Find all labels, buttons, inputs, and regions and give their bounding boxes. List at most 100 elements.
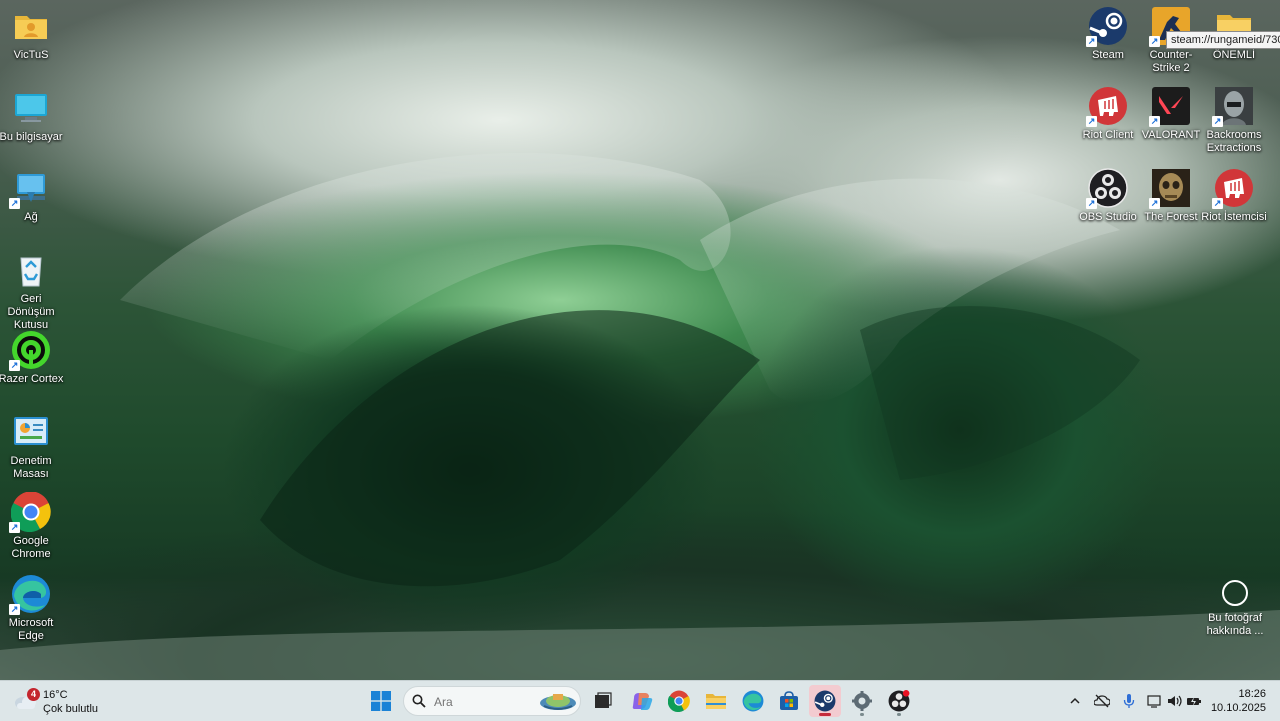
task-view-button[interactable] [587, 685, 619, 717]
desktop-icon-label: Backrooms Extractions [1206, 129, 1262, 154]
battery-icon[interactable] [1186, 693, 1202, 709]
shortcut-arrow-icon: ↗ [1149, 116, 1160, 127]
desktop-icon-microsoft-edge[interactable]: ↗ Microsoft Edge [0, 574, 64, 643]
chrome-icon [668, 690, 690, 712]
volume-icon[interactable] [1166, 693, 1182, 709]
shortcut-arrow-icon: ↗ [9, 360, 20, 371]
show-hidden-icons-chevron-icon[interactable] [1067, 693, 1083, 709]
desktop-icon-riot-istemcisi[interactable]: ↗ Riot İstemcisi [1201, 168, 1267, 224]
windows-start-icon [371, 691, 391, 711]
desktop-icon-control-panel[interactable]: Denetim Masası [0, 412, 64, 481]
copilot-button[interactable] [626, 685, 658, 717]
desktop-icon-victus[interactable]: VicTuS [0, 6, 64, 62]
start-button[interactable] [365, 685, 397, 717]
shortcut-arrow-icon: ↗ [1212, 116, 1223, 127]
camera-info-icon [1222, 580, 1248, 606]
the-forest-icon: ↗ [1149, 168, 1191, 209]
desktop-icon-label: Microsoft Edge [8, 617, 54, 642]
desktop-icon-label: Geri Dönüşüm Kutusu [7, 293, 55, 331]
desktop-icon-label: Riot Client [1082, 129, 1134, 141]
chrome-icon: ↗ [9, 491, 51, 533]
shortcut-arrow-icon: ↗ [1086, 198, 1097, 209]
search-icon [412, 694, 426, 708]
taskbar-store-button[interactable] [773, 685, 805, 717]
shortcut-arrow-icon: ↗ [1149, 198, 1160, 209]
edge-icon: ↗ [9, 574, 51, 615]
desktop-icon-riot-client[interactable]: ↗ Riot Client [1075, 86, 1141, 142]
shortcut-arrow-icon: ↗ [1212, 198, 1223, 209]
weather-widget[interactable]: 4 16°C Çok bulutlu [14, 687, 134, 715]
recycle-bin-icon [11, 250, 51, 290]
desktop-icon-label: Google Chrome [11, 535, 51, 560]
network-icon: ↗ [9, 168, 51, 209]
weather-description: Çok bulutlu [43, 703, 99, 715]
desktop-icon-label: OBS Studio [1079, 211, 1137, 223]
clock-time: 18:26 [1238, 688, 1266, 700]
desktop-icon-network[interactable]: ↗ Ağ [0, 168, 64, 224]
system-clock[interactable]: 18:26 10.10.2025 [1210, 687, 1266, 715]
shortcut-tooltip: steam://rungameid/730 [1166, 31, 1280, 49]
taskbar-chrome-button[interactable] [663, 685, 695, 717]
desktop-icon-razer-cortex[interactable]: ↗ Razer Cortex [0, 330, 64, 386]
riot-istemcisi-icon: ↗ [1212, 168, 1254, 209]
network-status-icon[interactable] [1146, 693, 1162, 709]
clock-date: 10.10.2025 [1210, 702, 1266, 714]
desktop-icon-google-chrome[interactable]: ↗ Google Chrome [0, 491, 64, 561]
desktop-icon-this-pc[interactable]: Bu bilgisayar [0, 88, 64, 144]
running-app-indicator [860, 713, 864, 716]
desktop-icon-label: Razer Cortex [0, 373, 64, 385]
valorant-icon: ↗ [1149, 86, 1191, 127]
taskbar-settings-button[interactable] [846, 685, 878, 717]
desktop-icon-backrooms-extractions[interactable]: ↗ Backrooms Extractions [1201, 86, 1267, 155]
onedrive-paused-icon[interactable] [1093, 693, 1111, 709]
about-this-photo-button[interactable]: Bu fotoğraf hakkında ... [1200, 580, 1270, 638]
user-folder-icon [11, 6, 51, 46]
desktop-icon-obs-studio[interactable]: ↗ OBS Studio [1075, 168, 1141, 224]
edge-icon [742, 690, 764, 712]
weather-temperature: 16°C [43, 689, 68, 701]
task-view-icon [595, 692, 612, 708]
desktop-icon-the-forest[interactable]: ↗ The Forest [1138, 168, 1204, 224]
shortcut-arrow-icon: ↗ [9, 604, 20, 615]
desktop-icon-label: Ağ [24, 211, 38, 223]
taskbar-obs-button[interactable] [883, 685, 915, 717]
steam-icon: ↗ [1086, 6, 1128, 47]
settings-icon [852, 691, 872, 711]
desktop-icon-valorant[interactable]: ↗ VALORANT [1138, 86, 1204, 142]
shortcut-arrow-icon: ↗ [1086, 36, 1097, 47]
backrooms-icon: ↗ [1212, 86, 1254, 127]
desktop-icon-label: The Forest [1144, 211, 1198, 223]
desktop-icon-label: ÖNEMLİ [1212, 49, 1256, 61]
shortcut-arrow-icon: ↗ [1086, 116, 1097, 127]
riot-client-icon: ↗ [1086, 86, 1128, 127]
desktop-icon-label: Counter-Strike 2 [1149, 49, 1193, 74]
obs-icon: ↗ [1086, 168, 1128, 209]
about-photo-line2: hakkında ... [1206, 625, 1264, 637]
active-app-indicator [819, 713, 831, 716]
about-photo-line1: Bu fotoğraf [1208, 612, 1262, 624]
desktop-icon-label: VicTuS [13, 49, 49, 61]
microphone-icon[interactable] [1121, 693, 1137, 709]
running-app-indicator [897, 713, 901, 716]
control-panel-icon [11, 412, 51, 452]
file-explorer-icon [706, 694, 726, 709]
search-highlight-icon [540, 694, 576, 710]
shortcut-arrow-icon: ↗ [9, 522, 20, 533]
store-icon [780, 691, 798, 710]
search-input[interactable] [432, 693, 536, 711]
taskbar-steam-button[interactable] [809, 685, 841, 717]
taskbar-search-box[interactable] [403, 686, 581, 716]
shortcut-arrow-icon: ↗ [9, 198, 20, 209]
steam-icon [814, 690, 836, 712]
desktop-icon-label: Denetim Masası [10, 455, 52, 480]
desktop-icon-label: Riot İstemcisi [1201, 211, 1267, 223]
desktop-icon-recycle-bin[interactable]: Geri Dönüşüm Kutusu [0, 250, 64, 332]
taskbar-edge-button[interactable] [737, 685, 769, 717]
weather-badge: 4 [27, 688, 40, 701]
monitor-icon [11, 88, 51, 128]
desktop-icon-steam[interactable]: ↗ Steam [1075, 6, 1141, 62]
taskbar: 4 16°C Çok bulutlu Ara 18:26 10.10.2025 [0, 680, 1280, 721]
copilot-icon [632, 693, 653, 710]
taskbar-file-explorer-button[interactable] [700, 685, 732, 717]
razer-cortex-icon: ↗ [9, 330, 51, 371]
